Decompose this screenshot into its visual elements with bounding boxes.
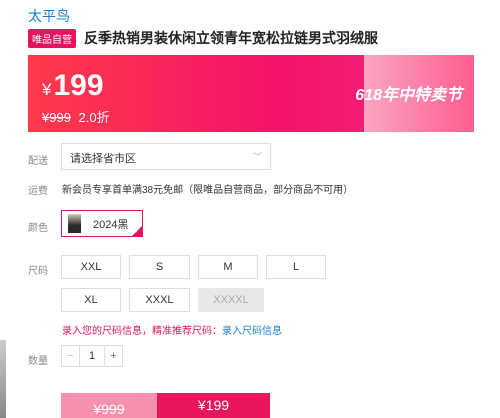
size-option-m[interactable]: M [198,255,258,279]
size-hint: 录入您的尺码信息，精准推荐尺码：录入尺码信息 [62,322,282,337]
side-image-strip [0,340,6,418]
size-option-xxl[interactable]: XXL [61,255,121,279]
size-option-xl[interactable]: XL [61,288,121,312]
size-option-xxxxl: XXXXL [198,288,264,312]
original-price-button-label: ¥999 [93,401,125,417]
currency-symbol: ¥ [42,80,52,99]
discount-label: 2.0折 [78,110,110,125]
color-option-label: 2024黑 [93,218,129,231]
check-icon: ✓ [132,226,142,236]
original-price: ¥999 [42,110,71,125]
color-thumbnail [68,214,81,233]
buy-now-button[interactable]: ¥199 [157,393,270,418]
increase-quantity-button[interactable]: + [104,346,122,366]
quantity-stepper: − 1 + [61,345,123,367]
shipping-info: 新会员专享首单满38元免邮（限唯品自营商品，部分商品不可用） [62,185,354,196]
original-price-button[interactable]: ¥999 [61,393,157,418]
size-hint-text: 录入您的尺码信息，精准推荐尺码： [62,326,222,337]
promo-label: 618年中特卖节 [355,87,462,104]
region-select[interactable]: 请选择省市区 ﹀ [61,143,271,170]
enter-size-link[interactable]: 录入尺码信息 [222,326,282,337]
size-label: 尺码 [28,266,48,277]
current-price-value: 199 [53,69,104,102]
title-row: 唯品自营 反季热销男装休闲立领青年宽松拉链男式羽绒服 [28,28,378,48]
decrease-quantity-button[interactable]: − [62,346,80,366]
price-banner: ¥ 199 ¥999 2.0折 618年中特卖节 [28,55,474,132]
vip-self-operated-badge: 唯品自营 [28,28,76,48]
product-title: 反季热销男装休闲立领青年宽松拉链男式羽绒服 [84,30,378,46]
brand-name[interactable]: 太平鸟 [28,6,70,26]
color-label: 颜色 [28,223,48,234]
quantity-label: 数量 [28,356,48,367]
color-option-selected[interactable]: 2024黑 ✓ [61,210,143,237]
price-details: ¥999 2.0折 [42,107,110,126]
size-option-xxxl[interactable]: XXXL [129,288,190,312]
size-option-l[interactable]: L [266,255,326,279]
shipping-label: 运费 [28,186,48,197]
chevron-down-icon: ﹀ [252,152,262,162]
delivery-label: 配送 [28,156,48,167]
size-option-s[interactable]: S [129,255,190,279]
region-select-value: 请选择省市区 [70,153,136,165]
quantity-input[interactable]: 1 [80,346,104,366]
current-price: ¥ 199 [42,69,104,103]
buy-now-price: ¥199 [197,397,230,413]
